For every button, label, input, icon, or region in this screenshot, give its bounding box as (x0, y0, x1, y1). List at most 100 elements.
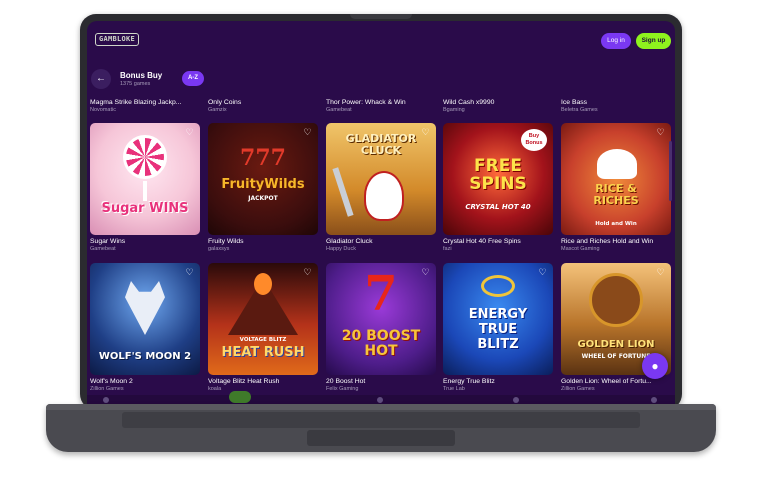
nav-item[interactable] (377, 397, 383, 403)
support-icon: ● (651, 359, 659, 373)
game-art-title: 20 BOOST HOT (341, 328, 421, 359)
rice-bowl-art (597, 149, 637, 179)
volcano-art (228, 289, 298, 335)
game-card[interactable]: 7 20 BOOST HOT ♡ 20 Boost Hot Felix Gami… (326, 263, 436, 392)
heart-icon[interactable]: ♡ (420, 127, 431, 138)
heart-icon[interactable]: ♡ (655, 127, 666, 138)
screen: GAMBLOKE Log in Sign up ← Bonus Buy 1375… (87, 21, 675, 405)
game-card[interactable]: Buy Bonus FREE SPINS CRYSTAL HOT 40 Cryst… (443, 123, 553, 252)
back-button[interactable]: ← (91, 69, 111, 89)
game-name: Gladiator Cluck (326, 238, 373, 245)
nav-item[interactable] (513, 397, 519, 403)
game-card[interactable]: GLADIATOR CLUCK ♡ Gladiator Cluck Happy … (326, 123, 436, 252)
game-provider: Happy Duck (326, 246, 356, 252)
game-thumbnail[interactable]: Buy Bonus FREE SPINS CRYSTAL HOT 40 (443, 123, 553, 235)
game-art-title: FREE SPINS (469, 156, 527, 194)
game-art-title: GOLDEN LION (577, 339, 655, 350)
game-provider: Bgaming (443, 107, 465, 113)
sword-art (332, 167, 354, 217)
game-card[interactable]: Sugar WINS ♡ Sugar Wins Gamebeat (90, 123, 200, 252)
heart-icon[interactable]: ♡ (184, 127, 195, 138)
game-provider: Gamebeat (326, 107, 352, 113)
game-name: 20 Boost Hot (326, 378, 366, 385)
scrollbar[interactable] (669, 141, 672, 201)
game-name: Fruity Wilds (208, 238, 244, 245)
nav-item[interactable] (651, 397, 657, 403)
nav-item-active[interactable] (229, 391, 251, 403)
game-thumbnail[interactable]: VOLTAGE BLITZ HEAT RUSH ♡ (208, 263, 318, 375)
camera-notch (350, 14, 412, 19)
game-card[interactable]: RICE & RICHES Hold and Win ♡ Rice and Ri… (561, 123, 671, 252)
game-art-subtitle: JACKPOT (248, 195, 278, 202)
game-name: Wolf's Moon 2 (90, 378, 133, 385)
game-art-title: ENERGY TRUE BLITZ (468, 307, 528, 352)
game-provider: True Lab (443, 386, 465, 392)
game-thumbnail[interactable]: 777 FruityWilds JACKPOT ♡ (208, 123, 318, 235)
wolf-art (125, 281, 165, 335)
list-item[interactable]: Thor Power: Whack & Win Gamebeat (326, 99, 438, 113)
heart-icon[interactable]: ♡ (302, 267, 313, 278)
game-art-title: Sugar WINS (101, 201, 189, 216)
sort-button[interactable]: A-Z (182, 71, 204, 86)
list-item[interactable]: Magma Strike Blazing Jackp... Novomatic (90, 99, 202, 113)
game-provider: Beletra Games (561, 107, 598, 113)
game-art-title: HEAT RUSH (221, 345, 305, 360)
game-thumbnail[interactable]: ENERGY TRUE BLITZ ♡ (443, 263, 553, 375)
keyboard (122, 412, 640, 428)
game-card[interactable]: VOLTAGE BLITZ HEAT RUSH ♡ Voltage Blitz … (208, 263, 318, 392)
game-name: Magma Strike Blazing Jackp... (90, 99, 182, 106)
horseshoe-art (481, 275, 515, 297)
game-art-subtitle: VOLTAGE BLITZ (239, 337, 287, 343)
chicken-art (364, 171, 404, 221)
login-button[interactable]: Log in (601, 33, 631, 49)
game-art-title: WOLF'S MOON 2 (98, 351, 192, 362)
game-name: Wild Cash x9990 (443, 99, 495, 106)
list-item[interactable]: Only Coins Gamzix (208, 99, 320, 113)
heart-icon[interactable]: ♡ (302, 127, 313, 138)
top-bar: GAMBLOKE Log in Sign up (87, 21, 675, 59)
heart-icon[interactable]: ♡ (184, 267, 195, 278)
seven-art: 7 (364, 266, 398, 322)
lollipop-stick (143, 181, 147, 201)
game-name: Ice Bass (561, 99, 588, 106)
game-provider: Zillion Games (561, 386, 595, 392)
heart-icon[interactable]: ♡ (655, 267, 666, 278)
site-logo[interactable]: GAMBLOKE (95, 33, 139, 46)
game-thumbnail[interactable]: RICE & RICHES Hold and Win ♡ (561, 123, 671, 235)
game-name: Crystal Hot 40 Free Spins (443, 238, 521, 245)
game-name: Golden Lion: Wheel of Fortu... (561, 378, 652, 385)
signup-button[interactable]: Sign up (636, 33, 671, 49)
game-name: Voltage Blitz Heat Rush (208, 378, 280, 385)
game-card[interactable]: 777 FruityWilds JACKPOT ♡ Fruity Wilds g… (208, 123, 318, 252)
list-item[interactable]: Wild Cash x9990 Bgaming (443, 99, 555, 113)
touchpad (307, 430, 455, 446)
game-name: Thor Power: Whack & Win (326, 99, 406, 106)
lava-art (254, 273, 272, 295)
laptop-hinge (46, 404, 716, 410)
game-name: Energy True Blitz (443, 378, 495, 385)
game-provider: Gamebeat (90, 246, 116, 252)
game-art-title: FruityWilds (221, 177, 305, 192)
previous-row: Magma Strike Blazing Jackp... Novomatic … (87, 99, 675, 119)
section-title: Bonus Buy (120, 71, 163, 80)
heart-icon[interactable]: ♡ (420, 267, 431, 278)
game-provider: fazi (443, 246, 452, 252)
game-name: Sugar Wins (90, 238, 126, 245)
game-thumbnail[interactable]: 7 20 BOOST HOT ♡ (326, 263, 436, 375)
game-provider: galaxsys (208, 246, 230, 252)
game-provider: Zillion Games (90, 386, 124, 392)
game-card[interactable]: ENERGY TRUE BLITZ ♡ Energy True Blitz Tr… (443, 263, 553, 392)
support-button[interactable]: ● (642, 353, 668, 379)
list-item[interactable]: Ice Bass Beletra Games (561, 99, 673, 113)
game-art-subtitle: CRYSTAL HOT 40 (465, 203, 531, 211)
heart-icon[interactable]: ♡ (537, 267, 548, 278)
section-count: 1375 games (120, 81, 151, 87)
game-provider: Felix Gaming (326, 386, 359, 392)
game-name: Rice and Riches Hold and Win (561, 238, 654, 245)
game-thumbnail[interactable]: WOLF'S MOON 2 ♡ (90, 263, 200, 375)
game-thumbnail[interactable]: GLADIATOR CLUCK ♡ (326, 123, 436, 235)
nav-item[interactable] (103, 397, 109, 403)
game-thumbnail[interactable]: Sugar WINS ♡ (90, 123, 200, 235)
game-art-title: RICE & RICHES (593, 182, 639, 207)
game-card[interactable]: WOLF'S MOON 2 ♡ Wolf's Moon 2 Zillion Ga… (90, 263, 200, 392)
